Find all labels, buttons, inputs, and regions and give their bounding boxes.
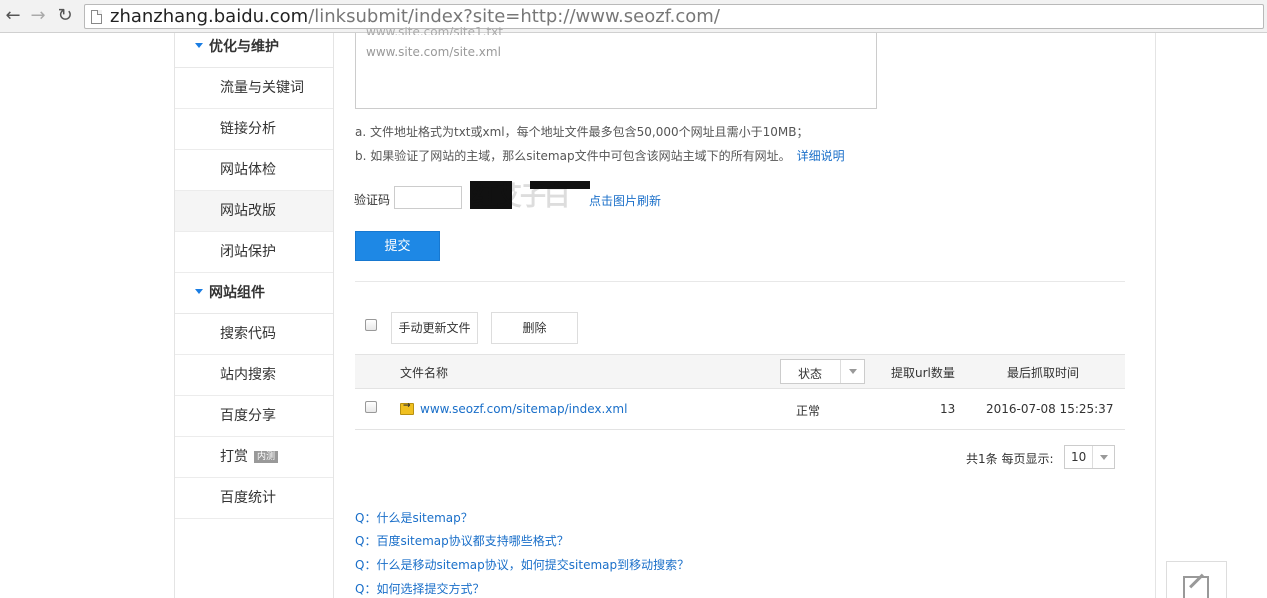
- frame-border-right: [1155, 33, 1156, 598]
- sidebar-section-label: 网站组件: [209, 285, 265, 301]
- sidebar-item-search-code[interactable]: 搜索代码: [175, 314, 333, 355]
- sidebar-section-components[interactable]: 网站组件: [175, 273, 333, 314]
- faq-link[interactable]: Q：什么是sitemap？: [355, 509, 473, 526]
- back-icon[interactable]: ←: [2, 5, 24, 27]
- sidebar-item-traffic-keywords[interactable]: 流量与关键词: [175, 68, 333, 109]
- details-link[interactable]: 详细说明: [797, 149, 845, 163]
- sidebar: 优化与维护 流量与关键词 链接分析 网站体检 网站改版 闭站保护 网站组件 搜索…: [175, 33, 334, 598]
- row-checkbox[interactable]: [365, 401, 377, 413]
- row-status: 正常: [796, 404, 821, 418]
- note-domain: b. 如果验证了网站的主域，那么sitemap文件中可包含该网站主域下的所有网址…: [355, 147, 845, 164]
- captcha-input[interactable]: [394, 186, 462, 209]
- row-url-count: 13: [940, 402, 956, 416]
- faq-link[interactable]: Q：什么是移动sitemap协议，如何提交sitemap到移动搜索？: [355, 556, 689, 573]
- sidebar-item-reward[interactable]: 打赏 内测: [175, 437, 333, 478]
- pager-summary: 共1条 每页显示:: [966, 452, 1054, 466]
- manual-update-button[interactable]: 手动更新文件: [391, 312, 478, 344]
- row-last-crawl: 2016-07-08 15:25:37: [986, 402, 1114, 416]
- note-domain-text: b. 如果验证了网站的主域，那么sitemap文件中可包含该网站主域下的所有网址…: [355, 149, 791, 163]
- row-filename-link[interactable]: www.seozf.com/sitemap/index.xml: [420, 402, 627, 416]
- address-bar[interactable]: zhanzhang.baidu.com/linksubmit/index?sit…: [84, 4, 1264, 29]
- status-filter-select[interactable]: 状态: [780, 359, 865, 384]
- triangle-down-icon: [195, 288, 203, 294]
- sidebar-section-optimize[interactable]: 优化与维护: [175, 33, 333, 68]
- sidebar-item-link-analysis[interactable]: 链接分析: [175, 109, 333, 150]
- browser-toolbar: ← → ↻ zhanzhang.baidu.com/linksubmit/ind…: [0, 0, 1267, 33]
- triangle-down-icon: [195, 42, 203, 48]
- feedback-button[interactable]: [1166, 561, 1227, 598]
- sidebar-item-baidu-share[interactable]: 百度分享: [175, 396, 333, 437]
- sidebar-item-site-revision[interactable]: 网站改版: [175, 191, 333, 232]
- per-page-value: 10: [1071, 450, 1087, 464]
- note-format: a. 文件地址格式为txt或xml，每个地址文件最多包含50,000个网址且需小…: [355, 125, 809, 139]
- col-url-count: 提取url数量: [891, 366, 955, 380]
- captcha-image[interactable]: 红艾子白: [470, 181, 590, 214]
- captcha-refresh-link[interactable]: 点击图片刷新: [589, 192, 661, 209]
- textarea-placeholder-line1: www.site.com/site1.txt: [366, 27, 503, 35]
- table-header: 文件名称 状态 提取url数量 最后抓取时间: [355, 354, 1125, 389]
- col-last-crawl: 最后抓取时间: [1007, 366, 1080, 380]
- sitemap-url-textarea[interactable]: www.site.com/site1.txt www.site.com/site…: [355, 27, 877, 109]
- section-divider: [355, 281, 1125, 282]
- beta-badge: 内测: [254, 451, 279, 463]
- faq-link[interactable]: Q：如何选择提交方式？: [355, 580, 484, 597]
- table-row: www.seozf.com/sitemap/index.xml 正常 13 20…: [355, 389, 1125, 430]
- submit-button[interactable]: 提交: [355, 231, 440, 261]
- textarea-placeholder-line2: www.site.com/site.xml: [366, 45, 501, 59]
- forward-icon[interactable]: →: [27, 5, 49, 27]
- main-content: www.site.com/site1.txt www.site.com/site…: [335, 27, 1155, 598]
- sidebar-item-site-close-protect[interactable]: 闭站保护: [175, 232, 333, 273]
- captcha-text: 红艾子白: [472, 182, 570, 212]
- reload-icon[interactable]: ↻: [54, 5, 76, 27]
- url-text: zhanzhang.baidu.com/linksubmit/index?sit…: [110, 7, 720, 27]
- url-path: /linksubmit/index?site=http://www.seozf.…: [308, 6, 720, 27]
- sidebar-item-baidu-stats[interactable]: 百度统计: [175, 478, 333, 519]
- faq-link[interactable]: Q：百度sitemap协议都支持哪些格式？: [355, 532, 569, 549]
- col-filename: 文件名称: [400, 366, 449, 380]
- per-page-select[interactable]: 10: [1064, 445, 1115, 469]
- sidebar-item-label: 打赏: [220, 449, 248, 465]
- page-icon: [91, 10, 102, 24]
- url-host: zhanzhang.baidu.com: [110, 6, 309, 27]
- captcha-label: 验证码: [354, 193, 391, 207]
- edit-icon: [1183, 576, 1209, 598]
- status-filter-value: 状态: [798, 367, 823, 381]
- sidebar-item-site-search[interactable]: 站内搜索: [175, 355, 333, 396]
- select-all-checkbox[interactable]: [365, 319, 377, 331]
- chevron-down-icon: [1092, 446, 1114, 468]
- sidebar-section-label: 优化与维护: [209, 39, 279, 55]
- delete-button[interactable]: 删除: [491, 312, 578, 344]
- chevron-down-icon: [840, 360, 864, 383]
- sidebar-item-site-checkup[interactable]: 网站体检: [175, 150, 333, 191]
- xml-file-icon: [400, 401, 414, 415]
